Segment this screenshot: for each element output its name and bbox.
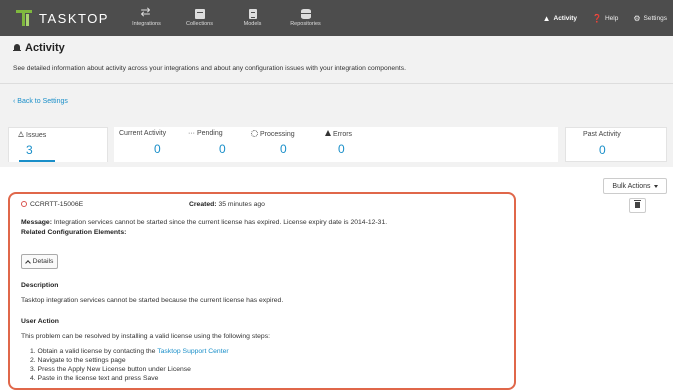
chevron-up-icon bbox=[24, 259, 31, 266]
delete-button[interactable] bbox=[629, 198, 646, 213]
step-text: 4. Paste in the license text and press S… bbox=[30, 375, 159, 382]
issue-message: Message: Integration services cannot be … bbox=[21, 219, 387, 226]
back-link-label: Back to Settings bbox=[17, 98, 68, 105]
message-value: Integration services cannot be started s… bbox=[53, 219, 388, 226]
details-toggle-button[interactable]: Details bbox=[21, 254, 58, 269]
error-circle-icon bbox=[21, 201, 27, 207]
top-nav: TASKTOP Integrations Collections Models … bbox=[0, 0, 673, 36]
current-activity-count: 0 bbox=[154, 142, 161, 156]
description-heading-text: Description bbox=[21, 282, 59, 289]
processing-label: Processing bbox=[260, 131, 295, 138]
user-action-heading-text: User Action bbox=[21, 318, 59, 325]
related-config-text: Related Configuration Elements: bbox=[21, 229, 127, 236]
logo-text: TASKTOP bbox=[39, 10, 109, 26]
ellipsis-icon: ··· bbox=[188, 130, 197, 137]
current-activity-tab[interactable]: Current Activity 0 bbox=[114, 127, 182, 162]
issues-label: Issues bbox=[26, 132, 47, 139]
errors-count: 0 bbox=[338, 142, 345, 156]
user-action-heading: User Action bbox=[21, 318, 59, 325]
pending-tab[interactable]: ··· Pending 0 bbox=[188, 127, 248, 162]
step-text: 2. Navigate to the settings page bbox=[30, 357, 126, 364]
warning-icon bbox=[18, 131, 24, 137]
errors-tab[interactable]: Errors 0 bbox=[322, 127, 382, 162]
nav-item-label: Collections bbox=[186, 21, 213, 27]
processing-tab[interactable]: Processing 0 bbox=[249, 127, 317, 162]
details-label: Details bbox=[32, 258, 54, 265]
bell-icon: ▲ bbox=[542, 13, 551, 23]
nav-settings[interactable]: ⚙ Settings bbox=[633, 14, 667, 23]
issues-tab[interactable]: Issues 3 bbox=[8, 127, 108, 162]
help-icon: ❓ bbox=[591, 13, 602, 23]
past-activity-count: 0 bbox=[599, 143, 606, 157]
past-activity-tab[interactable]: Past Activity 0 bbox=[565, 127, 667, 162]
created-value: 35 minutes ago bbox=[218, 201, 265, 208]
processing-count: 0 bbox=[280, 142, 287, 156]
bulk-actions-button[interactable]: Bulk Actions bbox=[603, 178, 667, 194]
tasktop-logo[interactable]: TASKTOP bbox=[16, 8, 109, 28]
issue-panel: CCRRTT-15006E Created: 35 minutes ago Me… bbox=[8, 192, 516, 390]
step-text: 1. Obtain a valid license by contacting … bbox=[30, 348, 158, 355]
issues-count: 3 bbox=[26, 143, 33, 157]
pending-count: 0 bbox=[219, 142, 226, 156]
step-text: 3. Press the Apply New License button un… bbox=[30, 366, 191, 373]
divider bbox=[0, 83, 673, 84]
created-label: Created: bbox=[189, 201, 217, 208]
current-activity-label: Current Activity bbox=[119, 130, 167, 137]
bulk-actions-label: Bulk Actions bbox=[612, 182, 651, 190]
nav-help-label: Help bbox=[604, 14, 619, 22]
issues-label-wrap: Issues bbox=[18, 131, 46, 139]
nav-item-label: Integrations bbox=[132, 21, 161, 27]
nav-item-models[interactable]: Models bbox=[226, 0, 279, 36]
gear-icon: ⚙ bbox=[633, 13, 641, 23]
bell-icon bbox=[13, 44, 21, 52]
processing-label-wrap: Processing bbox=[251, 130, 295, 138]
nav-item-repositories[interactable]: Repositories bbox=[279, 0, 332, 36]
past-activity-label: Past Activity bbox=[583, 131, 621, 138]
repository-icon bbox=[300, 9, 311, 19]
active-tab-indicator bbox=[19, 160, 55, 162]
description-heading: Description bbox=[21, 282, 58, 289]
arrows-icon bbox=[141, 5, 152, 19]
description-text: Tasktop integration services cannot be s… bbox=[21, 297, 284, 304]
caret-down-icon bbox=[653, 184, 658, 188]
nav-help[interactable]: ❓ Help bbox=[592, 14, 618, 23]
spinner-icon bbox=[251, 130, 258, 137]
errors-label: Errors bbox=[333, 131, 353, 138]
message-label: Message: bbox=[21, 219, 52, 226]
back-to-settings-link[interactable]: ‹ Back to Settings bbox=[13, 98, 68, 105]
warning-icon bbox=[325, 130, 331, 136]
page-subtitle: See detailed information about activity … bbox=[13, 65, 406, 72]
issue-created: Created: 35 minutes ago bbox=[189, 201, 265, 208]
current-activity-panel: Current Activity 0 ··· Pending 0 Process… bbox=[114, 127, 558, 162]
page-title-text: Activity bbox=[25, 42, 65, 54]
support-center-link[interactable]: Tasktop Support Center bbox=[157, 348, 228, 355]
issue-id-row: CCRRTT-15006E bbox=[21, 201, 83, 208]
step-item: 4. Paste in the license text and press S… bbox=[30, 375, 158, 382]
pending-label: Pending bbox=[196, 130, 223, 137]
nav-item-collections[interactable]: Collections bbox=[173, 0, 226, 36]
nav-item-integrations[interactable]: Integrations bbox=[120, 0, 173, 36]
nav-item-label: Models bbox=[243, 21, 262, 27]
trash-icon bbox=[634, 200, 641, 208]
nav-activity[interactable]: ▲ Activity bbox=[543, 14, 577, 23]
nav-settings-label: Settings bbox=[643, 14, 668, 22]
user-action-intro: This problem can be resolved by installi… bbox=[21, 333, 270, 340]
step-item: 1. Obtain a valid license by contacting … bbox=[30, 348, 229, 355]
step-item: 3. Press the Apply New License button un… bbox=[30, 366, 191, 373]
nav-right: ▲ Activity ❓ Help ⚙ Settings bbox=[528, 0, 667, 36]
errors-label-wrap: Errors bbox=[325, 130, 352, 138]
model-icon bbox=[248, 9, 257, 19]
nav-activity-label: Activity bbox=[553, 14, 577, 22]
related-config-label: Related Configuration Elements: bbox=[21, 229, 126, 236]
nav-items: Integrations Collections Models Reposito… bbox=[120, 0, 332, 36]
logo-icon bbox=[16, 8, 36, 28]
pending-label-wrap: ··· Pending bbox=[188, 130, 223, 137]
nav-item-label: Repositories bbox=[290, 21, 321, 27]
step-item: 2. Navigate to the settings page bbox=[30, 357, 126, 364]
page-title: Activity bbox=[13, 42, 65, 54]
collection-icon bbox=[194, 9, 205, 19]
issue-id[interactable]: CCRRTT-15006E bbox=[30, 201, 83, 208]
